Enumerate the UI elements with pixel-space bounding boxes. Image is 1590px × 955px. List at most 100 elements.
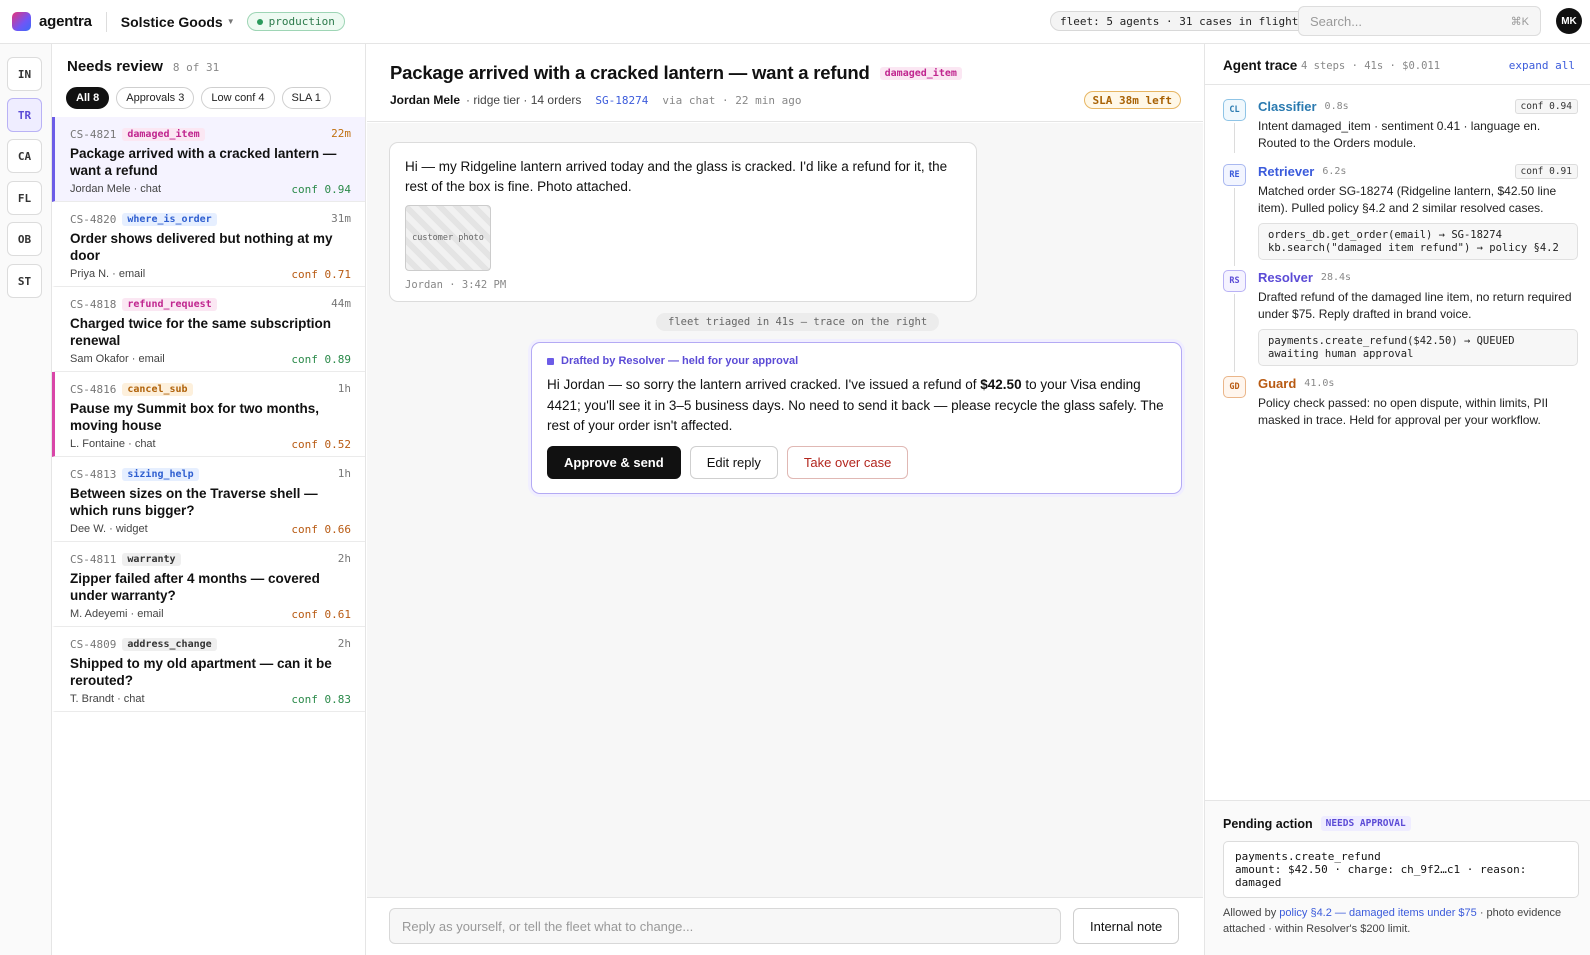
search-input[interactable] <box>1310 13 1500 29</box>
rail-item-tr[interactable]: TR <box>7 98 42 132</box>
compose-bar: Internal note <box>367 897 1203 955</box>
divider <box>105 11 107 32</box>
case-age: 44m <box>331 297 351 310</box>
environment-badge: production <box>246 12 345 31</box>
trace-header: Agent trace 4 steps · 41s · $0.011 expan… <box>1205 44 1590 85</box>
retriever-badge: RE <box>1223 164 1246 186</box>
workspace-switcher[interactable]: Solstice Goods ▼ <box>121 14 235 30</box>
filter-approvals[interactable]: Approvals 3 <box>116 87 195 109</box>
customer-photo[interactable]: customer photo <box>405 205 491 271</box>
agent-trace-panel: Agent trace 4 steps · 41s · $0.011 expan… <box>1204 44 1590 955</box>
rail-item-ob[interactable]: OB <box>7 222 42 256</box>
case-age: 22m <box>331 127 351 140</box>
case-meta: Sam Okafor · email <box>70 353 165 365</box>
classifier-badge: CL <box>1223 99 1246 121</box>
filter-chips: All 8 Approvals 3 Low conf 4 SLA 1 <box>66 87 331 109</box>
step-time: 0.8s <box>1324 101 1349 112</box>
case-tag: address_change <box>122 637 217 651</box>
case-meta: T. Brandt · chat <box>70 693 145 705</box>
internal-note-button[interactable]: Internal note <box>1073 908 1180 944</box>
status-dot-icon <box>256 18 263 25</box>
channel-info: via chat · 22 min ago <box>662 93 802 107</box>
order-link[interactable]: SG-18274 <box>595 94 648 107</box>
draft-text: Hi Jordan — so sorry the lantern arrived… <box>547 377 1164 433</box>
rail-item-ca[interactable]: CA <box>7 139 42 173</box>
case-item[interactable]: CS-4816 cancel_sub 1h Pause my Summit bo… <box>52 372 365 457</box>
user-avatar[interactable]: MK <box>1556 8 1582 34</box>
customer-message: Hi — my Ridgeline lantern arrived today … <box>389 142 977 302</box>
app-logo-icon[interactable] <box>12 12 31 31</box>
trace-step-retriever[interactable]: RE Retriever 6.2s conf 0.91 Matched orde… <box>1223 163 1578 266</box>
case-meta: M. Adeyemi · email <box>70 608 164 620</box>
customer-detail: · ridge tier · 14 orders <box>466 93 582 107</box>
case-tag: damaged_item <box>122 127 205 141</box>
case-meta: L. Fontaine · chat <box>70 438 156 450</box>
trace-step-resolver[interactable]: RS Resolver 28.4s Drafted refund of the … <box>1223 269 1578 372</box>
resolver-badge: RS <box>1223 270 1246 292</box>
filter-all[interactable]: All 8 <box>66 87 110 109</box>
list-title: Needs review <box>67 58 163 75</box>
reply-input[interactable] <box>389 908 1061 944</box>
case-tag: cancel_sub <box>122 382 193 396</box>
search-box[interactable]: ⌘K <box>1298 6 1541 36</box>
step-name: Retriever <box>1258 164 1315 179</box>
policy-link[interactable]: policy §4.2 — damaged items under $75 <box>1279 907 1477 919</box>
filter-sla[interactable]: SLA 1 <box>281 87 331 109</box>
case-title: Zipper failed after 4 months — covered u… <box>70 571 320 603</box>
list-header: Needs review 8 of 31 <box>67 58 219 75</box>
rail-item-st[interactable]: ST <box>7 264 42 298</box>
trace-step-guard[interactable]: GD Guard 41.0s Policy check passed: no o… <box>1223 375 1578 428</box>
step-confidence: conf 0.94 <box>1514 99 1578 114</box>
case-item[interactable]: CS-4818 refund_request 44m Charged twice… <box>52 287 365 372</box>
workspace-name: Solstice Goods <box>120 13 223 30</box>
case-title: Package arrived with a cracked lantern —… <box>70 146 337 178</box>
case-item[interactable]: CS-4813 sizing_help 1h Between sizes on … <box>52 457 365 542</box>
step-time: 6.2s <box>1322 166 1347 177</box>
step-time: 28.4s <box>1320 272 1352 283</box>
step-description: Matched order SG-18274 (Ridgeline lanter… <box>1258 184 1557 215</box>
conversation: Hi — my Ridgeline lantern arrived today … <box>367 123 1203 897</box>
filter-low-conf[interactable]: Low conf 4 <box>201 87 275 109</box>
case-confidence: conf 0.71 <box>291 268 351 281</box>
step-name: Classifier <box>1258 99 1317 114</box>
needs-approval-badge: NEEDS APPROVAL <box>1320 816 1411 831</box>
case-confidence: conf 0.83 <box>291 693 351 706</box>
app-root: agentra Solstice Goods ▼ production flee… <box>0 0 1590 955</box>
step-confidence: conf 0.91 <box>1514 164 1578 179</box>
take-over-button[interactable]: Take over case <box>786 445 909 479</box>
top-bar: agentra Solstice Goods ▼ production flee… <box>0 0 1590 44</box>
case-id: CS-4820 <box>70 212 117 226</box>
case-age: 31m <box>331 212 351 225</box>
case-item[interactable]: CS-4809 address_change 2h Shipped to my … <box>52 627 365 712</box>
case-detail-tag: damaged_item <box>879 66 962 80</box>
refund-amount: $42.50 <box>980 377 1022 392</box>
rail-item-fl[interactable]: FL <box>7 181 42 215</box>
case-item[interactable]: CS-4811 warranty 2h Zipper failed after … <box>52 542 365 627</box>
case-tag: sizing_help <box>122 467 199 481</box>
case-meta: Dee W. · widget <box>70 523 148 535</box>
case-id: CS-4818 <box>70 297 117 311</box>
case-meta: Jordan Mele · chat <box>70 183 162 195</box>
case-item[interactable]: CS-4820 where_is_order 31m Order shows d… <box>52 202 365 287</box>
guard-badge: GD <box>1223 376 1246 398</box>
system-note: fleet triaged in 41s — trace on the righ… <box>656 313 940 331</box>
fleet-status-pill: fleet: 5 agents · 31 cases in flight <box>1050 11 1309 31</box>
rail-item-in[interactable]: IN <box>7 57 42 91</box>
nav-rail: IN TR CA FL OB ST <box>0 44 52 955</box>
trace-step-classifier[interactable]: CL Classifier 0.8s conf 0.94 Intent dama… <box>1223 98 1578 153</box>
case-confidence: conf 0.61 <box>291 608 351 621</box>
case-confidence: conf 0.52 <box>291 438 351 451</box>
step-name: Guard <box>1258 376 1297 391</box>
case-id: CS-4816 <box>70 382 117 396</box>
expand-all-link[interactable]: expand all <box>1509 59 1575 72</box>
case-title: Pause my Summit box for two months, movi… <box>70 401 320 433</box>
case-meta: Priya N. · email <box>70 268 146 280</box>
draft-reply-card: Drafted by Resolver — held for your appr… <box>531 342 1182 494</box>
case-detail: Package arrived with a cracked lantern —… <box>367 44 1203 955</box>
edit-reply-button[interactable]: Edit reply <box>689 445 778 479</box>
case-item[interactable]: CS-4821 damaged_item 22m Package arrived… <box>52 117 365 202</box>
approve-send-button[interactable]: Approve & send <box>547 445 681 479</box>
trace-title: Agent trace <box>1223 58 1298 73</box>
step-name: Resolver <box>1258 270 1313 285</box>
customer-name[interactable]: Jordan Mele <box>390 93 460 107</box>
